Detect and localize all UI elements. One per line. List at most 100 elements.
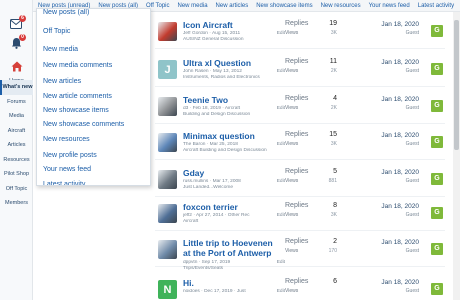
left-sidebar: 6 0 Home What's newForumsMediaAircraftAr… [0,0,33,300]
last-post-date[interactable]: Jan 18, 2020 [369,132,419,139]
thread-title[interactable]: Minimax question [183,131,281,141]
edit-link[interactable]: Edit [277,31,285,36]
last-poster-avatar[interactable]: G [431,136,443,148]
menu-item-new-profile-posts[interactable]: New profile posts [43,152,97,159]
avatar-letter: J [158,60,177,79]
thread-title[interactable]: foxcon terrier [183,202,281,212]
last-poster-avatar[interactable]: G [431,283,443,295]
menu-item-your-news-feed[interactable]: Your news feed [43,166,91,173]
scrollbar-thumb[interactable] [454,20,459,150]
thread-row[interactable]: N Hi. noidoes · Dec 17, 2019 · Just Edit Rep… [155,276,445,300]
alerts-button[interactable]: 0 [10,34,26,49]
menu-item-new-posts-all[interactable]: New posts (all) [43,9,89,16]
thread-row[interactable]: foxcon terrier jeff2 · Apr 27, 2014 · Oth… [155,200,445,231]
alerts-badge: 0 [19,34,26,41]
topnav-link-new-resources[interactable]: New resources [321,0,361,12]
thread-title[interactable]: Teenie Two [183,95,281,105]
views-label: Views [285,141,299,147]
avatar[interactable] [158,204,177,223]
thread-forum[interactable]: Instruments, Radios and Electronics [183,75,281,81]
topnav-link-your-news-feed[interactable]: Your news feed [369,0,410,12]
avatar[interactable] [158,133,177,152]
menu-item-new-articles[interactable]: New articles [43,78,81,85]
thread-forum[interactable]: AUS/NZ General Discussion [183,37,281,43]
avatar[interactable] [158,240,177,259]
sidebar-item-what-s-new[interactable]: What's new [0,80,33,95]
menu-item-new-showcase-comments[interactable]: New showcase comments [43,121,124,128]
thread-title[interactable]: Gday [183,168,281,178]
edit-link[interactable]: Edit [277,179,285,184]
menu-item-new-media-comments[interactable]: New media comments [43,62,112,69]
avatar[interactable]: N [158,280,177,299]
thread-forum[interactable]: Aircraft Building and Design Discussion [183,148,281,154]
home-icon [11,61,22,72]
topnav-link-new-media[interactable]: New media [178,0,208,12]
topnav-link-new-showcase-items[interactable]: New showcase items [256,0,312,12]
last-post-date[interactable]: Jan 18, 2020 [369,203,419,210]
last-post-date[interactable]: Jan 18, 2020 [369,169,419,176]
menu-item-new-resources[interactable]: New resources [43,136,90,143]
views-count: 881 [328,178,337,184]
thread-row[interactable]: Teenie Two d3 · Feb 18, 2019 · Aircraft Bu… [155,93,445,124]
edit-link[interactable]: Edit [277,142,285,147]
sidebar-item-off-topic[interactable]: Off Topic [0,182,33,197]
thread-row[interactable]: J Ultra xl Question John Rasen · May 13, 2… [155,56,445,87]
thread-row[interactable]: Gday russ.mullins · Mar 17, 2008 Just Land… [155,166,445,197]
thread-row[interactable]: Icon Aircraft Jeff Gordon · Aug 15, 2011 A… [155,18,445,49]
edit-link[interactable]: Edit [277,260,285,265]
replies-label: Replies [285,278,309,285]
last-poster-avatar[interactable]: G [431,25,443,37]
topnav-link-latest-activity[interactable]: Latest activity [418,0,454,12]
replies-count: 19 [329,20,337,27]
sidebar-item-articles[interactable]: Articles [0,138,33,153]
menu-item-new-article-comments[interactable]: New article comments [43,93,112,100]
avatar[interactable] [158,22,177,41]
last-poster-avatar[interactable]: G [431,63,443,75]
sidebar-item-members[interactable]: Members [0,196,33,211]
last-poster-avatar[interactable]: G [431,243,443,255]
menu-item-off-topic[interactable]: Off Topic [43,28,70,35]
sidebar-item-media[interactable]: Media [0,109,33,124]
edit-link[interactable]: Edit [277,106,285,111]
thread-title[interactable]: Icon Aircraft [183,20,281,30]
last-post-date[interactable]: Jan 18, 2020 [369,239,419,246]
edit-link[interactable]: Edit [277,213,285,218]
thread-forum[interactable]: Trips/Events/Seats [183,266,281,272]
menu-item-latest-activity[interactable]: Latest activity [43,181,85,185]
last-post-date[interactable]: Jan 18, 2020 [369,21,419,28]
thread-title[interactable]: Ultra xl Question [183,58,281,68]
whats-new-dropdown-menu: New posts (all) Off Topic New media New med… [36,8,151,186]
replies-count: 15 [329,131,337,138]
thread-row[interactable]: Minimax question The Baron · Mar 25, 2018… [155,129,445,160]
inbox-button[interactable]: 6 [10,15,26,30]
sidebar-item-resources[interactable]: Resources [0,153,33,168]
last-post-date[interactable]: Jan 18, 2020 [369,59,419,66]
topnav-link-new-articles[interactable]: New articles [216,0,249,12]
avatar[interactable]: J [158,60,177,79]
last-poster-avatar[interactable]: G [431,173,443,185]
last-poster-avatar[interactable]: G [431,100,443,112]
edit-link[interactable]: Edit [277,289,285,294]
sidebar-item-pilot-shop[interactable]: Pilot Shop [0,167,33,182]
thread-forum[interactable]: Aircraft [183,219,281,225]
thread-forum[interactable]: Just Landed...Welcome [183,185,281,191]
menu-item-new-showcase-items[interactable]: New showcase items [43,107,109,114]
sidebar-item-aircraft[interactable]: Aircraft [0,124,33,139]
replies-count: 8 [333,202,337,209]
last-post-date[interactable]: Jan 18, 2020 [369,279,419,286]
thread-title[interactable]: Hi. [183,278,281,288]
thread-forum[interactable]: Building and Design Discussion [183,112,281,118]
views-label: Views [285,212,299,218]
thread-title[interactable]: Little trip to Hoevenen at the Port of A… [183,238,281,258]
views-label: Views [285,178,299,184]
avatar[interactable] [158,170,177,189]
replies-label: Replies [285,202,309,209]
sidebar-item-forums[interactable]: Forums [0,95,33,110]
menu-item-new-media[interactable]: New media [43,46,78,53]
sidebar-nav: What's new Forums Media Aircraft Articles Res… [0,80,33,211]
last-poster-avatar[interactable]: G [431,207,443,219]
avatar[interactable] [158,97,177,116]
thread-row[interactable]: Little trip to Hoevenen at the Port of A… [155,236,445,271]
edit-link[interactable]: Edit [277,69,285,74]
last-post-date[interactable]: Jan 18, 2020 [369,96,419,103]
